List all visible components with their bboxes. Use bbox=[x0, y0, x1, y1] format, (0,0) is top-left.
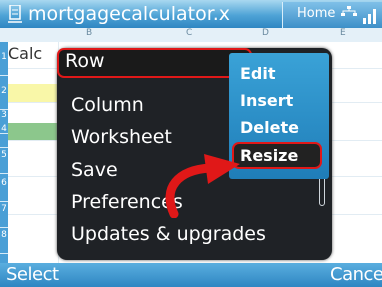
signal-icon bbox=[363, 9, 376, 24]
row-header-bar: 1 2 3 4 5 6 7 8 bbox=[0, 42, 8, 266]
yellow-cell[interactable] bbox=[8, 84, 58, 102]
menu-item-row-label: Row bbox=[65, 50, 105, 72]
row-submenu: Edit Insert Delete Resize bbox=[229, 53, 329, 179]
row-header-6[interactable]: 6 bbox=[0, 176, 8, 202]
submenu-item-resize[interactable]: Resize bbox=[232, 142, 322, 169]
row-header-7[interactable]: 7 bbox=[0, 202, 8, 228]
row-header-5[interactable]: 5 bbox=[0, 148, 8, 174]
column-header-bar: B C D E bbox=[0, 28, 382, 43]
menu-item-updates-upgrades[interactable]: Updates & upgrades bbox=[71, 223, 266, 245]
annotation-arrow-icon bbox=[165, 154, 240, 218]
menu-item-worksheet[interactable]: Worksheet bbox=[71, 126, 172, 148]
submenu-item-resize-label: Resize bbox=[240, 146, 299, 165]
menu-scrollbar[interactable] bbox=[319, 176, 325, 206]
row-header-4[interactable]: 4 bbox=[0, 122, 8, 148]
column-header-b[interactable]: B bbox=[86, 28, 92, 38]
row-header-1[interactable]: 1 bbox=[0, 50, 8, 76]
submenu-item-edit[interactable]: Edit bbox=[240, 64, 276, 83]
menu-item-save[interactable]: Save bbox=[71, 159, 118, 181]
submenu-item-delete[interactable]: Delete bbox=[240, 118, 299, 137]
row-header-2[interactable]: 2 bbox=[0, 84, 8, 110]
title-bar: mortgagecalculator.x Home bbox=[0, 0, 382, 28]
window-title: mortgagecalculator.x bbox=[28, 3, 231, 25]
select-softkey[interactable]: Select bbox=[6, 264, 59, 285]
cell-text[interactable]: Calc bbox=[8, 44, 42, 63]
column-header-d[interactable]: D bbox=[262, 28, 269, 38]
phone-screen: mortgagecalculator.x Home B C D E Calc 1… bbox=[0, 0, 382, 287]
submenu-item-insert[interactable]: Insert bbox=[240, 91, 293, 110]
cancel-softkey[interactable]: Cancel bbox=[330, 264, 382, 285]
menu-item-row[interactable]: Row bbox=[57, 48, 252, 78]
home-label: Home bbox=[297, 6, 336, 21]
menu-item-column[interactable]: Column bbox=[71, 94, 144, 116]
softkey-bar: Select Cancel bbox=[0, 263, 382, 287]
row-header-8[interactable]: 8 bbox=[0, 228, 8, 254]
spreadsheet-app-icon bbox=[8, 5, 22, 23]
home-indicator[interactable]: Home bbox=[282, 2, 382, 28]
green-cell[interactable] bbox=[8, 123, 58, 140]
network-icon bbox=[341, 6, 357, 16]
column-header-e[interactable]: E bbox=[340, 28, 346, 38]
column-header-c[interactable]: C bbox=[186, 28, 192, 38]
